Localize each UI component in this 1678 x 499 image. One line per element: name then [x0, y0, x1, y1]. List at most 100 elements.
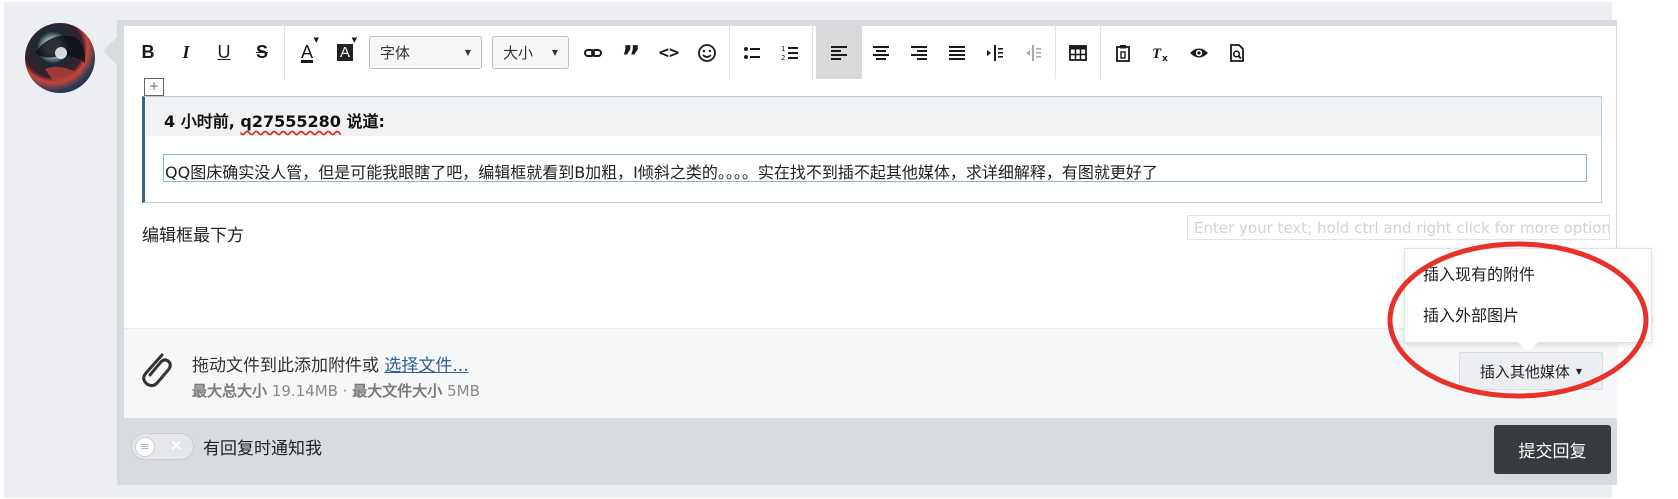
align-justify-button[interactable] — [938, 26, 976, 79]
outdent-button[interactable] — [1014, 26, 1052, 79]
underline-icon: U — [217, 42, 231, 62]
quote-header: 4 小时前, q27555280 说道: — [145, 97, 1601, 136]
quote-button[interactable]: ” — [612, 26, 650, 79]
text-color-icon: A — [300, 42, 313, 62]
eye-icon — [1190, 48, 1208, 57]
bold-button[interactable]: B — [129, 26, 167, 79]
insert-media-label: 插入其他媒体 — [1479, 362, 1570, 381]
align-center-button[interactable] — [862, 26, 900, 79]
preview-button[interactable] — [1218, 26, 1256, 79]
bold-icon: B — [141, 42, 155, 62]
svg-text:2: 2 — [781, 54, 785, 62]
code-button[interactable]: <> — [650, 26, 688, 79]
toolbar-divider — [1055, 26, 1056, 79]
link-icon — [584, 48, 602, 57]
reply-footer: ≡ × 有回复时通知我 提交回复 — [117, 417, 1617, 485]
underline-button[interactable]: U — [205, 26, 243, 79]
text-color-caret-icon: ▼ — [313, 36, 319, 44]
table-icon — [1069, 44, 1087, 61]
quote-time: 4 小时前, — [164, 112, 241, 131]
page: B I U S A ▼ A ▼ 字体 ▼ 大小 ▼ ” <> 12 T x + … — [0, 0, 1678, 499]
background-color-icon: A — [336, 44, 353, 61]
menu-item-insert-existing-attachment[interactable]: 插入现有的附件 — [1405, 254, 1651, 295]
italic-icon: I — [182, 42, 190, 62]
numbered-list-icon: 12 — [781, 45, 798, 62]
align-right-button[interactable] — [900, 26, 938, 79]
font-family-select[interactable]: 字体 ▼ — [369, 36, 482, 69]
attachment-limits: 最大总大小 19.14MB · 最大文件大小 5MB — [192, 380, 480, 401]
submit-reply-button[interactable]: 提交回复 — [1494, 425, 1611, 474]
attachment-area[interactable]: 拖动文件到此添加附件或 选择文件... 最大总大小 19.14MB · 最大文件… — [124, 328, 1618, 418]
chevron-down-icon: ▼ — [464, 48, 471, 57]
remove-format-icon: Tx — [1152, 46, 1168, 63]
indent-icon — [987, 44, 1003, 61]
insert-link-button[interactable] — [574, 26, 612, 79]
avatar-pointer — [103, 37, 117, 65]
align-left-icon — [831, 45, 847, 60]
document-search-icon — [1230, 43, 1244, 62]
indent-button[interactable] — [976, 26, 1014, 79]
toolbar-divider — [729, 26, 730, 79]
close-icon: × — [170, 436, 183, 454]
font-family-label: 字体 — [380, 44, 411, 62]
choose-file-link[interactable]: 选择文件... — [384, 356, 468, 376]
chevron-down-icon: ▼ — [551, 48, 558, 57]
remove-format-button[interactable]: Tx — [1142, 26, 1180, 79]
insert-table-button[interactable] — [1059, 26, 1097, 79]
caret-down-icon: ▼ — [1575, 366, 1583, 376]
code-icon: <> — [658, 42, 680, 63]
align-right-icon — [911, 45, 927, 60]
editor-body-text[interactable]: 编辑框最下方 — [142, 221, 244, 246]
paperclip-icon — [142, 353, 172, 388]
svg-text:x: x — [1162, 54, 1168, 63]
quote-said: 说道: — [340, 112, 385, 131]
quote-content[interactable]: QQ图床确实没人管，但是可能我眼瞎了吧，编辑框就看到B加粗，I倾斜之类的。。。。… — [163, 154, 1587, 182]
toggle-preview-button[interactable] — [1180, 26, 1218, 79]
align-justify-icon — [949, 45, 965, 60]
toolbar-divider — [1100, 26, 1101, 79]
notify-label: 有回复时通知我 — [203, 439, 322, 459]
quote-block[interactable]: 4 小时前, q27555280 说道: QQ图床确实没人管，但是可能我眼瞎了吧… — [142, 96, 1602, 203]
bullet-list-icon — [744, 46, 760, 59]
outdent-icon — [1026, 44, 1041, 61]
attachment-instructions: 拖动文件到此添加附件或 选择文件... — [192, 351, 469, 376]
quote-content-text: 图床确实没人管，但是可能我眼瞎了吧，编辑框就看到B加粗，I倾斜之类的。。。。实在… — [190, 163, 1158, 182]
text-color-button[interactable]: A ▼ — [288, 26, 326, 79]
align-left-button[interactable] — [816, 26, 862, 79]
paste-plain-button[interactable] — [1104, 26, 1142, 79]
limits-separator: · — [337, 382, 353, 400]
toolbar-divider — [812, 26, 813, 79]
attachment-drag-text: 拖动文件到此添加附件或 — [192, 356, 385, 376]
svg-text:T: T — [1152, 46, 1162, 62]
clipboard-icon — [1116, 44, 1130, 62]
menu-item-insert-external-image[interactable]: 插入外部图片 — [1405, 295, 1651, 336]
background-color-caret-icon: ▼ — [351, 36, 357, 44]
editor-hint-tooltip: Enter your text; hold ctrl and right cli… — [1187, 215, 1610, 240]
quote-content-qq: QQ — [165, 163, 191, 182]
quote-author[interactable]: q27555280 — [240, 112, 341, 131]
strikethrough-icon: S — [255, 42, 268, 62]
editor: B I U S A ▼ A ▼ 字体 ▼ 大小 ▼ ” <> 12 T x + … — [123, 25, 1618, 418]
font-size-label: 大小 — [503, 44, 534, 62]
font-size-select[interactable]: 大小 ▼ — [492, 36, 569, 69]
notify-toggle[interactable]: ≡ × — [131, 433, 194, 460]
align-center-icon — [873, 45, 889, 60]
strikethrough-button[interactable]: S — [243, 26, 281, 79]
toggle-knob-icon: ≡ — [135, 437, 155, 457]
max-file-value: 5MB — [447, 382, 480, 400]
emoji-button[interactable] — [688, 26, 726, 79]
insert-media-button[interactable]: 插入其他媒体 ▼ — [1459, 352, 1603, 390]
max-total-label: 最大总大小 — [192, 382, 268, 400]
italic-button[interactable]: I — [167, 26, 205, 79]
quote-icon: ” — [621, 39, 641, 75]
toolbar-divider — [284, 26, 285, 79]
numbered-list-button[interactable]: 12 — [771, 26, 809, 79]
editor-toolbar: B I U S A ▼ A ▼ 字体 ▼ 大小 ▼ ” <> 12 T x — [124, 26, 1618, 79]
background-color-button[interactable]: A ▼ — [326, 26, 364, 79]
insert-media-menu: 插入现有的附件 插入外部图片 — [1404, 248, 1652, 343]
menu-pointer — [1518, 342, 1538, 352]
bullet-list-button[interactable] — [733, 26, 771, 79]
table-move-handle[interactable]: + — [144, 78, 164, 96]
smiley-icon — [698, 43, 716, 62]
avatar[interactable] — [25, 23, 95, 93]
